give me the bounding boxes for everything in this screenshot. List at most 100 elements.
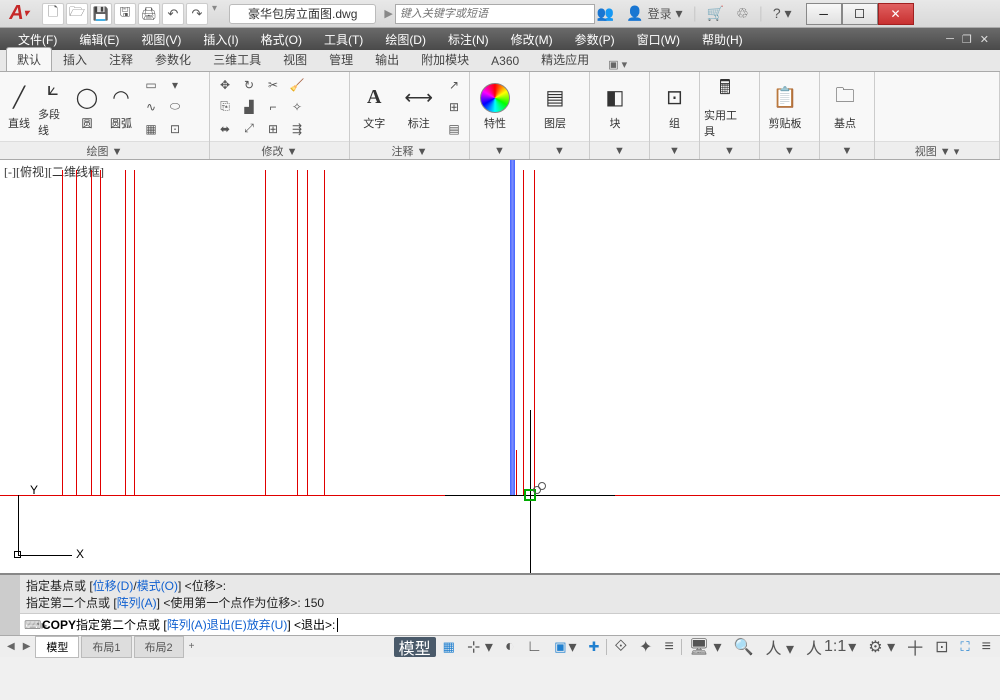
status-dyn-icon[interactable]: ⟐ [609, 637, 632, 657]
status-clean-icon[interactable]: ⛶ [956, 637, 975, 657]
ellipse-icon[interactable]: ⬭ [164, 97, 186, 117]
stretch-icon[interactable]: ⬌ [214, 119, 236, 139]
panel-base-expand[interactable]: ▼ [820, 141, 874, 159]
command-line[interactable]: ⌨▸ COPY 指定第二个点或 [阵列(A) 退出(E) 放弃(U)] <退出>… [0, 613, 1000, 635]
help-icon[interactable]: ? ▾ [771, 5, 794, 22]
copy-icon[interactable]: ⎘ [214, 97, 236, 117]
close-button[interactable]: ✕ [878, 3, 914, 25]
panel-util-expand[interactable]: ▼ [700, 141, 759, 159]
redo-icon[interactable]: ↷ [186, 3, 208, 25]
explode-icon[interactable]: ✧ [286, 97, 308, 117]
tab-overflow-icon[interactable]: ▣ ▾ [604, 58, 631, 71]
status-ortho-icon[interactable]: ∟ [522, 637, 548, 657]
save-icon[interactable]: 💾 [90, 3, 112, 25]
tab-addons[interactable]: 附加模块 [410, 47, 480, 71]
tab-annotate[interactable]: 注释 [98, 47, 144, 71]
dropdown-icon[interactable]: ▾ [164, 75, 186, 95]
fillet-icon[interactable]: ⌐ [262, 97, 284, 117]
panel-annot-title[interactable]: 注释 ▼ [350, 141, 469, 159]
text-button[interactable]: A文字 [354, 76, 395, 138]
dimension-button[interactable]: ⟷标注 [399, 76, 440, 138]
status-gear-icon[interactable]: ⚙ ▾ [863, 637, 900, 657]
utilities-button[interactable]: 🖩实用工具 [704, 76, 746, 138]
circle-button[interactable]: ◯圆 [72, 76, 102, 138]
tab-param[interactable]: 参数化 [144, 47, 202, 71]
saveas-icon[interactable]: 🖫 [114, 3, 136, 25]
undo-icon[interactable]: ↶ [162, 3, 184, 25]
panel-view-title[interactable]: 视图 ▼ ▾ [875, 141, 999, 159]
panel-group-expand[interactable]: ▼ [650, 141, 699, 159]
hatch-icon[interactable]: ▦ [140, 119, 162, 139]
status-sc-icon[interactable]: ≡ [659, 637, 678, 657]
viewport-label[interactable]: [-][俯视][二维线框] [4, 163, 104, 180]
group-button[interactable]: ⊡组 [654, 76, 695, 138]
search-input[interactable] [395, 4, 595, 24]
rect-icon[interactable]: ▭ [140, 75, 162, 95]
leader-icon[interactable]: ↗ [443, 75, 465, 95]
tab-layout2[interactable]: 布局2 [134, 636, 184, 658]
tab-3d[interactable]: 三维工具 [202, 47, 272, 71]
login-button[interactable]: 👤 登录 ▾ [624, 5, 684, 22]
open-icon[interactable]: 🗁 [66, 3, 88, 25]
a360-icon[interactable]: ♲ [734, 5, 751, 22]
app-logo[interactable]: A▾ [0, 0, 38, 28]
tab-view[interactable]: 视图 [272, 47, 318, 71]
tab-default[interactable]: 默认 [6, 47, 52, 71]
status-grid-icon[interactable]: ▦ [438, 637, 460, 657]
doc-restore-icon[interactable]: ❐ [959, 33, 975, 46]
rotate-icon[interactable]: ↻ [238, 75, 260, 95]
clipboard-button[interactable]: 📋剪贴板 [764, 76, 806, 138]
tab-featured[interactable]: 精选应用 [530, 47, 600, 71]
status-ws-icon[interactable]: 🖥 ▾ [684, 637, 727, 657]
basepoint-button[interactable]: 🗀基点 [824, 76, 866, 138]
doc-close-icon[interactable]: ✕ [977, 33, 992, 46]
new-icon[interactable]: 🗋 [42, 3, 64, 25]
search-icon[interactable]: 👥 [595, 5, 616, 22]
block-button[interactable]: ◧块 [594, 76, 636, 138]
mirror-icon[interactable]: ▟ [238, 97, 260, 117]
spline-icon[interactable]: ∿ [140, 97, 162, 117]
line-button[interactable]: ╱直线 [4, 76, 34, 138]
properties-button[interactable]: 特性 [474, 76, 516, 138]
print-icon[interactable]: 🖨 [138, 3, 160, 25]
point-icon[interactable]: ⊡ [164, 119, 186, 139]
scale-icon[interactable]: ⤢ [238, 119, 260, 139]
status-osnap-icon[interactable]: ▣ ▾ [549, 637, 581, 657]
exchange-icon[interactable]: 🛒 [705, 5, 726, 22]
tab-manage[interactable]: 管理 [318, 47, 364, 71]
mtext-icon[interactable]: ▤ [443, 119, 465, 139]
array-icon[interactable]: ⊞ [262, 119, 284, 139]
layout-add-icon[interactable]: + [186, 641, 198, 652]
layout-prev-icon[interactable]: ◀ [4, 641, 18, 652]
panel-draw-title[interactable]: 绘图 ▼ [0, 141, 209, 159]
tab-model[interactable]: 模型 [35, 636, 79, 658]
panel-props-expand[interactable]: ▼ [470, 141, 529, 159]
arc-button[interactable]: ◠圆弧 [106, 76, 136, 138]
status-annoscale-icon[interactable]: 人 1:1 ▾ [801, 637, 861, 657]
status-qp-icon[interactable]: ✦ [634, 637, 657, 657]
menu-window[interactable]: 窗口(W) [627, 29, 690, 50]
panel-layers-expand[interactable]: ▼ [530, 141, 589, 159]
tab-output[interactable]: 输出 [364, 47, 410, 71]
erase-icon[interactable]: 🧹 [286, 75, 308, 95]
layers-button[interactable]: ▤图层 [534, 76, 576, 138]
status-model[interactable]: 模型 [394, 637, 436, 657]
panel-clip-expand[interactable]: ▼ [760, 141, 819, 159]
trim-icon[interactable]: ✂ [262, 75, 284, 95]
drawing-canvas[interactable]: [-][俯视][二维线框] YX [0, 160, 1000, 573]
status-anno-icon[interactable]: 🔍 [729, 637, 759, 657]
menu-help[interactable]: 帮助(H) [692, 29, 753, 50]
table-icon[interactable]: ⊞ [443, 97, 465, 117]
status-lwt-icon[interactable]: ✚ [584, 637, 605, 657]
status-iso-icon[interactable]: 人 ▾ [761, 637, 799, 657]
polyline-button[interactable]: ⟀多段线 [38, 76, 68, 138]
status-hw-icon[interactable]: ⊡ [930, 637, 953, 657]
maximize-button[interactable]: ☐ [842, 3, 878, 25]
panel-block-expand[interactable]: ▼ [590, 141, 649, 159]
doc-minimize-icon[interactable]: ─ [943, 33, 957, 46]
layout-next-icon[interactable]: ▶ [20, 641, 34, 652]
status-custom-icon[interactable]: ≡ [977, 637, 996, 657]
status-snap-icon[interactable]: ⊹ ▾ [462, 637, 498, 657]
move-icon[interactable]: ✥ [214, 75, 236, 95]
tab-layout1[interactable]: 布局1 [81, 636, 131, 658]
